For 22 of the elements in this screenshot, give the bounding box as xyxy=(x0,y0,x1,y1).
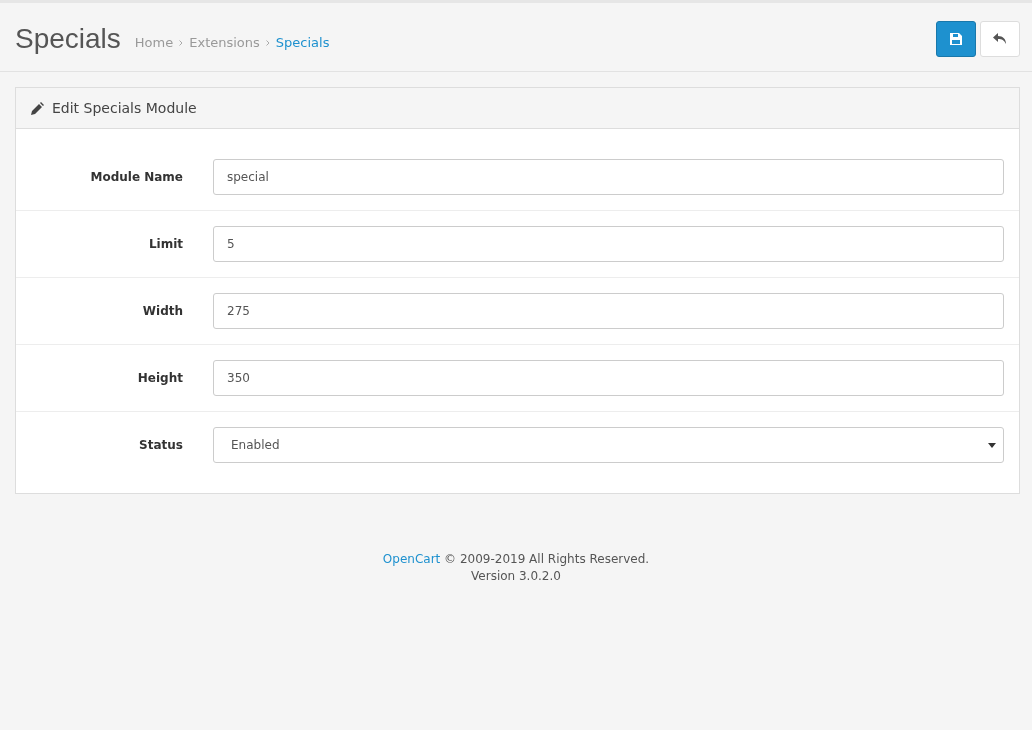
pencil-icon xyxy=(31,101,44,115)
chevron-icon xyxy=(179,40,184,46)
field-label: Width xyxy=(141,304,183,318)
page-title: Specials xyxy=(15,23,121,55)
field-label: Status xyxy=(138,438,183,452)
text-input[interactable]: 275 xyxy=(213,293,1004,329)
save-button[interactable] xyxy=(936,21,976,57)
field-label: Height xyxy=(136,371,183,385)
status-select[interactable]: Enabled xyxy=(213,427,1004,463)
save-icon xyxy=(950,33,962,45)
panel-title: Edit Specials Module xyxy=(52,100,197,116)
version-text: Version 3.0.2.0 xyxy=(470,569,562,583)
text-input[interactable]: special xyxy=(213,159,1004,195)
reply-arrow-icon xyxy=(993,33,1007,45)
field-label: Module Name xyxy=(89,170,183,184)
field-label: Limit xyxy=(147,237,183,251)
copyright-text: OpenCart © 2009-2019 All Rights Reserved. xyxy=(381,552,651,566)
text-input[interactable]: 350 xyxy=(213,360,1004,396)
caret-icon xyxy=(988,442,996,448)
chevron-icon xyxy=(265,40,270,46)
back-button[interactable] xyxy=(980,21,1020,57)
text-input[interactable]: 5 xyxy=(213,226,1004,262)
